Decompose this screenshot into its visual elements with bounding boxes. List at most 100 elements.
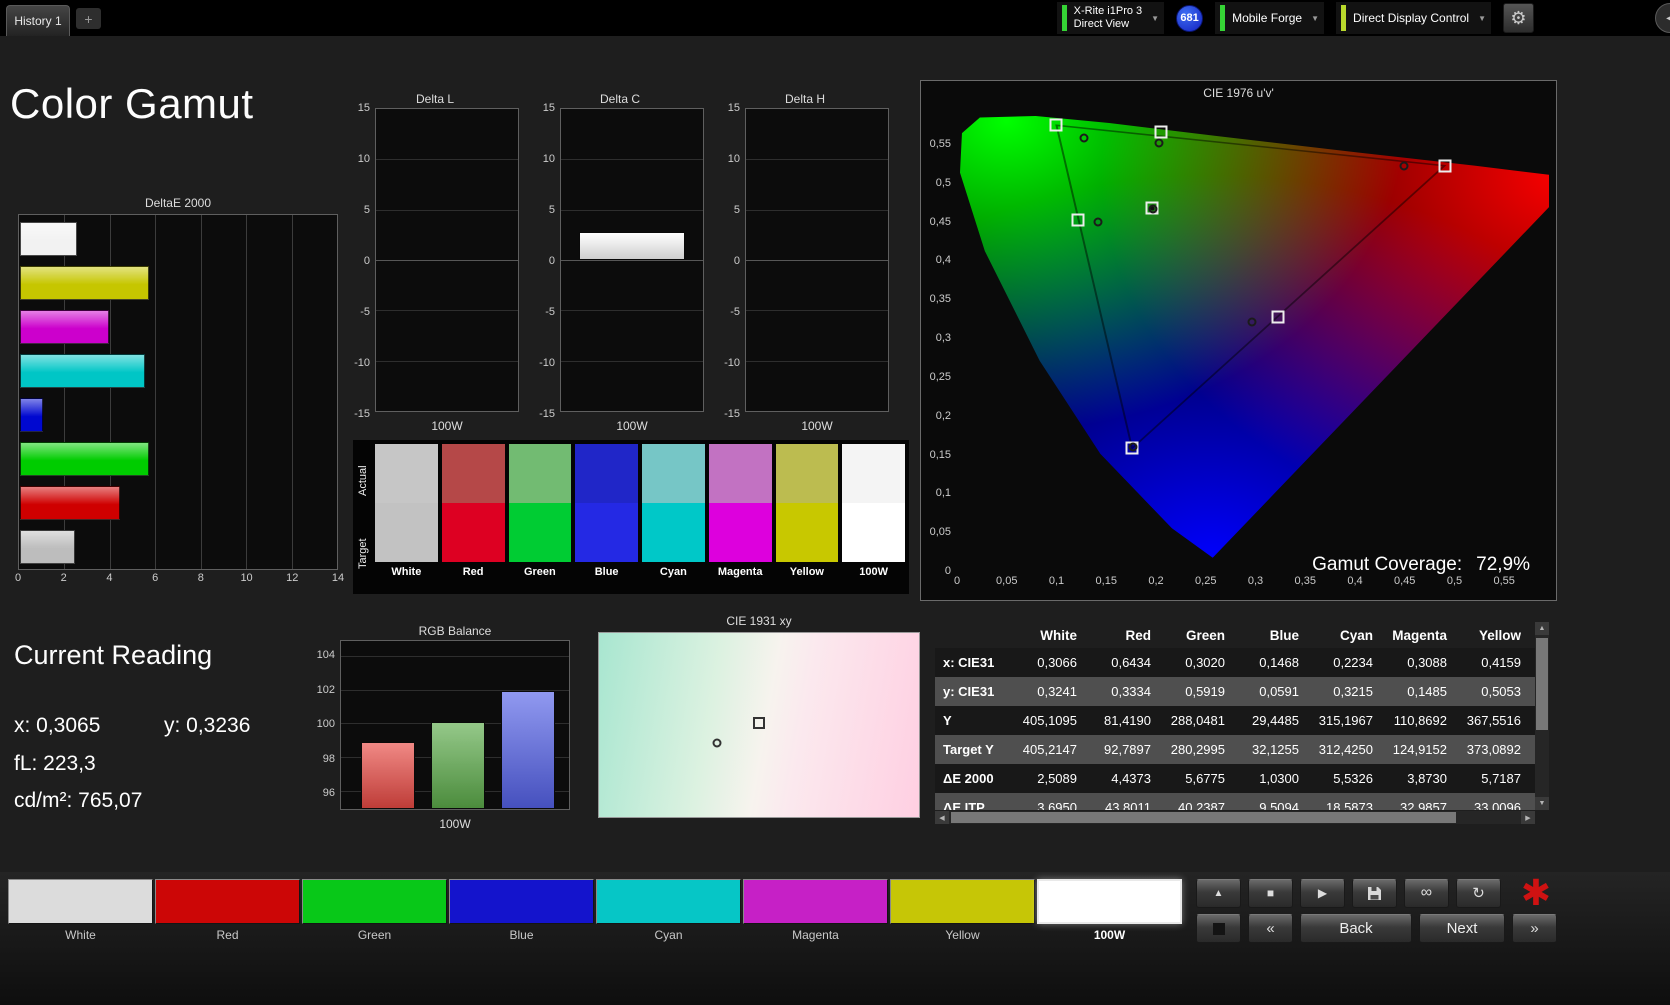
deltae2000-chart: DeltaE 2000 0 2 4 6 8 10 12 14 <box>15 196 344 586</box>
stop-button[interactable]: ■ <box>1248 878 1293 908</box>
table-horizontal-scrollbar[interactable]: ◀ ▶ <box>935 811 1535 824</box>
gamut-coverage: Gamut Coverage: 72,9% <box>1312 554 1530 576</box>
patch-button-100w[interactable]: 100W <box>1037 879 1182 942</box>
patch-color <box>743 879 888 924</box>
gridline <box>376 260 518 261</box>
scroll-left-arrow-icon[interactable]: ◀ <box>935 811 949 824</box>
table-cell: 0,5053 <box>1481 684 1521 699</box>
table-row: ΔE 2000 2,5089 4,4373 5,6775 1,0300 5,5326 3,8… <box>935 764 1535 793</box>
gridline <box>376 209 518 211</box>
patch-button-yellow[interactable]: Yellow <box>890 879 1035 942</box>
axis-tick-label: 0,05 <box>929 526 951 539</box>
table-cell: 0,0591 <box>1259 684 1299 699</box>
current-reading-title: Current Reading <box>14 640 213 670</box>
patch-label: Blue <box>509 928 534 942</box>
table-cell: 0,3241 <box>1037 684 1077 699</box>
axis-tick-label: 2 <box>60 572 67 584</box>
page-title: Color Gamut <box>10 80 254 127</box>
horizontal-scrollbar-thumb[interactable] <box>951 812 1456 823</box>
actual-swatch <box>642 444 705 503</box>
meter-name: X-Rite i1Pro 3 <box>1073 5 1143 17</box>
reading-y: y: 0,3236 <box>164 714 251 737</box>
patch-button-green[interactable]: Green <box>302 879 447 942</box>
plot-area <box>375 108 519 412</box>
stop-icon: ■ <box>1266 886 1275 900</box>
skip-forward-button[interactable]: » <box>1512 914 1557 943</box>
pattern-window-button[interactable] <box>1196 914 1241 943</box>
axis-tick-label: 5 <box>548 204 555 216</box>
refresh-button[interactable]: ↻ <box>1456 878 1501 908</box>
back-button[interactable]: Back <box>1300 914 1412 943</box>
axis-tick-label: 10 <box>542 153 555 165</box>
skip-back-button[interactable]: « <box>1248 914 1293 943</box>
axis-tick-label: 10 <box>727 153 740 165</box>
patch-button-white[interactable]: White <box>8 879 153 942</box>
axis-tick-label: 0,3 <box>1247 575 1264 587</box>
axis-tick-label: 0,1 <box>1048 575 1065 587</box>
scroll-right-arrow-icon[interactable]: ▶ <box>1521 811 1535 824</box>
bottom-bar: White Red Green Blue Cyan Magenta Yellow 100W ▲… <box>0 872 1670 1005</box>
save-button[interactable] <box>1352 878 1397 908</box>
patch-button-cyan[interactable]: Cyan <box>596 879 741 942</box>
target-marker-magenta <box>1271 310 1285 324</box>
y-axis: 15 10 5 0 -5 -10 -15 <box>719 102 745 420</box>
delta-h-chart: Delta H 15 10 5 0 -5 -10 -15 100W <box>719 92 891 433</box>
table-row-label: ΔE 2000 <box>943 771 994 786</box>
patch-button-magenta[interactable]: Magenta <box>743 879 888 942</box>
cie1976-plot <box>957 109 1577 571</box>
meter-dropdown[interactable]: X-Rite i1Pro 3 Direct View ▼ <box>1056 2 1165 34</box>
gamut-coverage-label: Gamut Coverage: <box>1312 554 1463 575</box>
axis-tick-label: 10 <box>357 153 370 165</box>
add-tab-button[interactable]: + <box>76 8 101 29</box>
axis-tick-label: 98 <box>322 752 335 765</box>
gridline <box>746 159 888 161</box>
patch-button-red[interactable]: Red <box>155 879 300 942</box>
patch-button-blue[interactable]: Blue <box>449 879 594 942</box>
table-cell: 32,9857 <box>1400 800 1447 810</box>
gridline <box>376 159 518 161</box>
settings-button[interactable]: ⚙ <box>1503 3 1534 33</box>
axis-tick-label: 102 <box>316 683 335 696</box>
y-axis: 15 10 5 0 -5 -10 -15 <box>349 102 375 420</box>
axis-tick-label: 0 <box>548 255 555 267</box>
back-label: Back <box>1339 920 1373 937</box>
collapse-panel-button[interactable]: ◀ <box>1655 3 1670 33</box>
measured-marker-white <box>1148 204 1158 214</box>
table-row: Target Y 405,2147 92,7897 280,2995 32,1255 31… <box>935 735 1535 764</box>
scroll-up-arrow-icon[interactable]: ▲ <box>1535 622 1549 635</box>
vertical-scrollbar-thumb[interactable] <box>1536 638 1548 730</box>
table-vertical-scrollbar[interactable]: ▲ ▼ <box>1535 622 1549 810</box>
axis-tick-label: 96 <box>322 787 335 800</box>
table-cell: 405,2147 <box>1022 742 1077 757</box>
axis-tick-label: -5 <box>545 306 555 318</box>
swatch-label: Yellow <box>789 566 824 578</box>
next-button[interactable]: Next <box>1419 914 1505 943</box>
play-button[interactable]: ▶ <box>1300 878 1345 908</box>
patch-color <box>890 879 1035 924</box>
plot-area <box>745 108 889 412</box>
table-cell: 110,8692 <box>1393 713 1447 728</box>
reading-cd: cd/m²: 765,07 <box>14 789 143 812</box>
display-control-dropdown[interactable]: Direct Display Control ▼ <box>1336 2 1491 34</box>
patch-color <box>8 879 153 924</box>
axis-tick-label: -10 <box>724 357 740 369</box>
page-up-button[interactable]: ▲ <box>1196 878 1241 908</box>
measured-marker <box>712 738 722 748</box>
transport-controls: ▲ ■ ▶ ∞ ↻ ✱ « Back Next » <box>1196 875 1557 948</box>
chevron-down-icon: ▼ <box>1151 13 1160 23</box>
workflow-dropdown[interactable]: Mobile Forge ▼ <box>1215 2 1325 34</box>
scroll-down-arrow-icon[interactable]: ▼ <box>1535 797 1549 810</box>
axis-tick-label: -5 <box>730 306 740 318</box>
axis-tick-label: 0,3 <box>935 332 951 345</box>
loop-button[interactable]: ∞ <box>1404 878 1449 908</box>
swatch-blue: Blue <box>575 444 638 590</box>
table-cell: 1,0300 <box>1259 771 1299 786</box>
table-row-label: x: CIE31 <box>943 655 995 670</box>
swatch-columns: White Red Green Blue Cyan Magenta Yellow 100W <box>375 444 905 590</box>
history-tab[interactable]: History 1 <box>6 5 70 36</box>
axis-tick-label: 0,35 <box>929 293 951 306</box>
meter-mode: Direct View <box>1073 18 1130 30</box>
axis-tick-label: 15 <box>357 102 370 114</box>
actual-swatch <box>441 444 505 503</box>
swatch-label: Magenta <box>717 566 763 578</box>
